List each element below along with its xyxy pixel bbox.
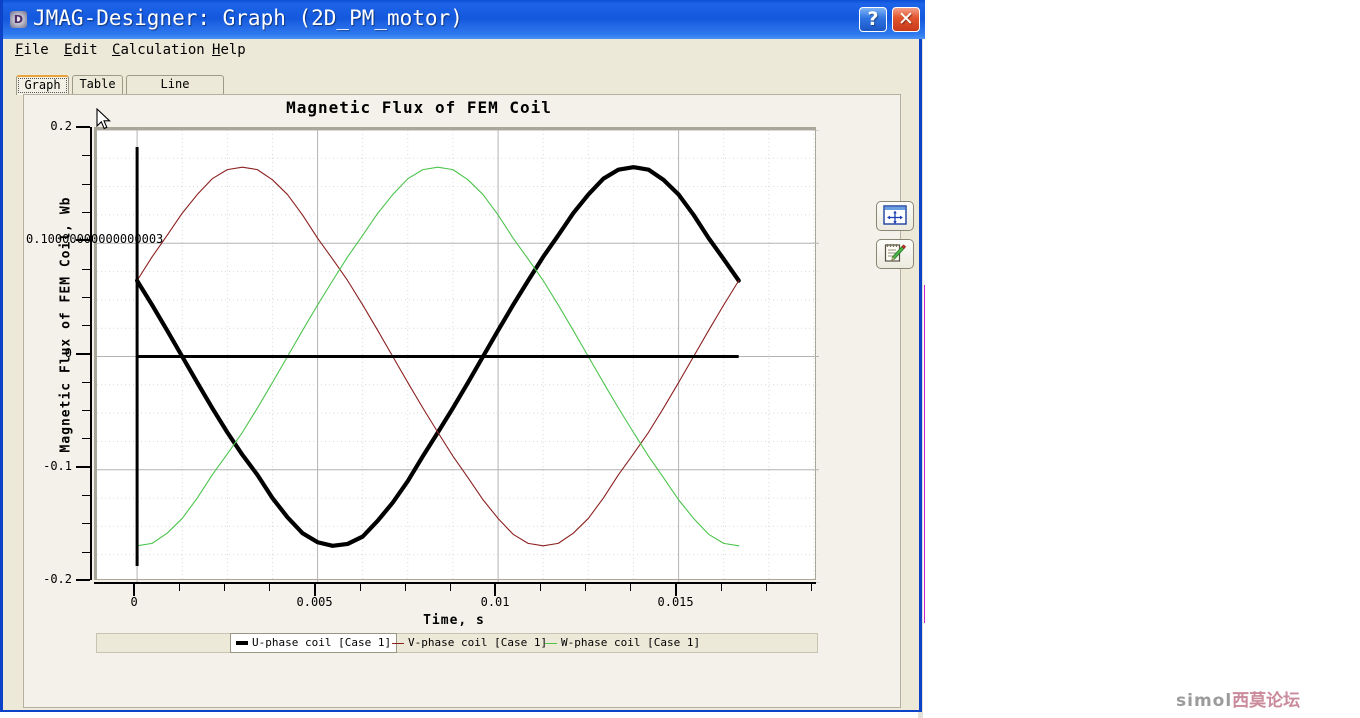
x-axis-minor-tick [224,584,226,591]
y-axis-minor-tick [82,381,90,383]
close-icon[interactable]: ✕ [892,7,920,32]
tab-graph-label: Graph [18,78,67,93]
y-axis-minor-tick [82,155,90,157]
x-axis-minor-tick [540,584,542,591]
screen: simol西莫论坛 D JMAG-Designer: Graph (2D_PM_… [0,0,1360,718]
y-axis-major-tick [76,352,90,355]
app-icon: D [10,11,27,28]
chart-title: Magnetic Flux of FEM Coil [286,98,552,117]
x-axis-minor-tick [720,584,722,591]
legend-label: V-phase coil [Case 1] [408,636,548,649]
menu-item-file[interactable]: File [11,42,53,59]
y-axis-tick-label: 0.10000000000000003 [26,232,163,246]
tab-table[interactable]: Table [72,75,123,94]
graph-panel: Magnetic Flux of FEM Coil Magnetic Flux … [23,94,914,708]
legend-swatch [392,642,404,644]
y-axis-major-tick [76,126,90,128]
x-axis-tick-label: 0.005 [296,595,333,609]
x-axis-minor-tick [359,584,361,591]
y-axis-tick-label: -0.2 [43,572,72,586]
y-axis-major-tick [76,465,90,468]
fit-to-window-button[interactable] [876,201,914,231]
y-axis-minor-tick [82,523,90,525]
tab-line-options[interactable]: Line Options [126,75,224,108]
y-axis-tick-label: -0.1 [43,458,72,473]
x-axis-minor-tick [585,584,587,591]
x-axis-minor-tick [765,584,767,591]
titlebar-help-button[interactable]: ? [859,7,887,32]
edit-notes-button[interactable] [876,239,914,269]
chart-legend: U-phase coil [Case 1] V-phase coil [Case … [96,633,818,653]
plot-area[interactable] [94,127,819,583]
y-axis-tick-label: 0.2 [50,119,72,133]
legend-label: W-phase coil [Case 1] [561,636,701,649]
y-axis-minor-tick [82,410,90,412]
x-axis-minor-tick [810,584,812,591]
client-area: Graph Table Line Options Magnetic Flux o… [3,62,919,710]
y-axis-major-tick [76,579,90,581]
graph-window: D JMAG-Designer: Graph (2D_PM_motor) ? ✕… [0,0,925,712]
x-axis-tick-label: 0.01 [480,595,510,609]
fit-to-window-icon [883,204,907,225]
y-axis-tick-label: 0 [64,345,72,360]
mouse-cursor [96,108,111,130]
edit-notes-icon [884,243,907,262]
chart-annotations [135,147,739,566]
legend-label: U-phase coil [Case 1] [252,636,392,649]
y-axis-minor-tick [82,211,90,213]
menu-bar: File Edit Calculation Help [3,39,919,63]
y-axis-minor-tick [82,551,90,553]
x-axis-minor-tick [179,584,181,591]
x-axis-minor-tick [449,584,451,591]
y-axis-minor-tick [82,268,90,270]
chart-canvas [97,130,819,583]
legend-item[interactable]: V-phase coil [Case 1] [387,634,552,652]
x-axis-minor-tick [269,584,271,591]
title-bar[interactable]: D JMAG-Designer: Graph (2D_PM_motor) ? ✕ [3,0,925,39]
y-axis-minor-tick [82,325,90,327]
legend-swatch [236,641,248,645]
menu-item-help[interactable]: Help [208,42,250,59]
x-axis-minor-tick [630,584,632,591]
x-axis-minor-tick [404,584,406,591]
legend-item[interactable]: W-phase coil [Case 1] [540,634,705,652]
y-axis-minor-tick [82,438,90,440]
y-axis-spine [90,127,92,580]
x-axis-spine [94,582,816,584]
legend-item[interactable]: U-phase coil [Case 1] [230,633,398,653]
tab-table-label: Table [79,77,116,91]
tab-graph[interactable]: Graph [16,75,69,95]
menu-item-calculation[interactable]: Calculation [108,42,209,59]
forum-watermark: simol西莫论坛 [1176,686,1300,711]
x-axis-title: Time, s [423,613,485,628]
menu-item-edit[interactable]: Edit [60,42,102,59]
legend-swatch [545,642,557,644]
plot-frame [94,127,819,583]
y-axis-minor-tick [82,296,90,298]
y-axis-minor-tick [82,495,90,497]
x-axis-tick-label: 0.015 [657,595,694,609]
watermark-cjk: 西莫论坛 [1232,691,1301,711]
background-window-edge [924,285,925,623]
x-axis-tick-label: 0 [130,595,138,609]
watermark-latin: simol [1176,691,1233,711]
y-axis-minor-tick [82,183,90,185]
window-title: JMAG-Designer: Graph (2D_PM_motor) [33,6,463,30]
